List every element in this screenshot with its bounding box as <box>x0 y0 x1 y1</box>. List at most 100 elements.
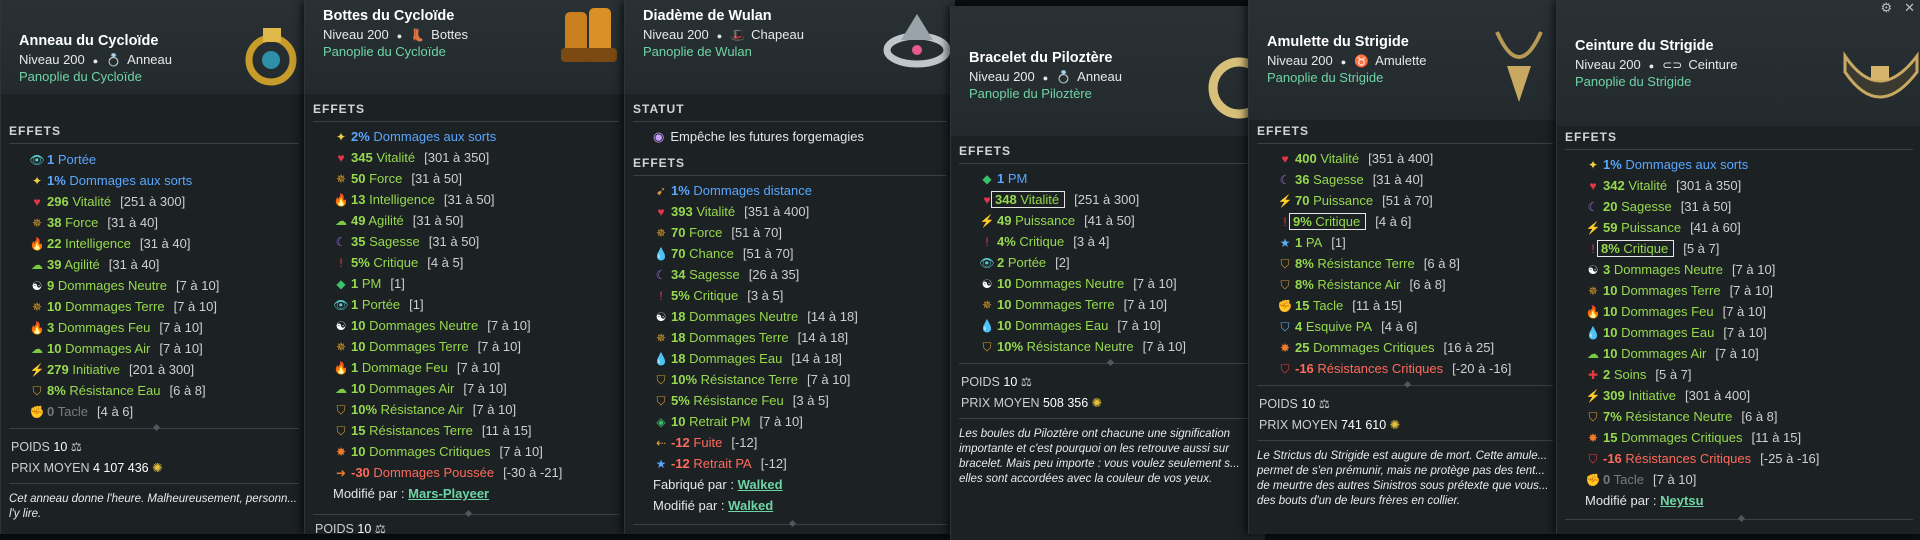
crafter-link[interactable]: Walked <box>738 477 783 492</box>
effect-range: [7 à 10] <box>759 414 803 429</box>
effect-name: Dommages Critiques <box>1621 430 1743 445</box>
effect-name: Agilité <box>368 213 404 228</box>
effect-range: [351 à 400] <box>1368 151 1434 166</box>
close-icon[interactable]: ✕ <box>1904 0 1915 15</box>
effect-value: 10 <box>997 318 1012 333</box>
effects-list: ◆ 1 PM ♥ 348 Vitalité [251 à 300] ⚡ 49 Puissan… <box>951 168 1265 357</box>
effects-list: ✦ 1% Dommages aux sorts ♥ 342 Vitalité [301 … <box>1557 154 1920 490</box>
effect-range: [7 à 10] <box>806 372 851 387</box>
cloud-icon: ☁ <box>335 214 347 228</box>
modifier-link[interactable]: Walked <box>728 498 773 513</box>
effect-value: 279 <box>47 362 69 377</box>
effect-value: 22 <box>47 236 62 251</box>
effect-value: 15 <box>351 423 366 438</box>
effect-name: Résistance Neutre <box>1625 409 1733 424</box>
fire-icon: 🔥 <box>29 321 45 335</box>
effects-list: 👁 1 Portée ✦ 1% Dommages aux sorts ♥ 296 Vita… <box>1 149 307 422</box>
effect-text: 1 Portée <box>47 152 96 167</box>
effect-range: [31 à 50] <box>412 213 464 228</box>
effect-name: Intelligence <box>65 236 131 251</box>
gear-icon[interactable]: ⚙ <box>1880 0 1892 15</box>
critres-icon: ⛉ <box>1588 452 1598 466</box>
effect-value: 35 <box>351 234 366 249</box>
weight-row: POIDS 10 ⚖ <box>315 522 386 534</box>
effect-row: ☯ 10 Dommages Neutre [7 à 10] <box>333 315 627 336</box>
effect-value: 70 <box>671 225 686 240</box>
effect-name: Agilité <box>64 257 100 272</box>
effect-text: 10 Dommages Terre <box>1603 283 1721 298</box>
flee-icon: ⇠ <box>655 436 667 450</box>
force-icon: ✵ <box>655 226 667 240</box>
effects-header: EFFETS <box>1565 130 1618 144</box>
divider <box>633 175 947 176</box>
effect-name: Dommages Terre <box>689 330 789 345</box>
effect-name: Résistance Eau <box>69 383 161 398</box>
divider <box>9 483 299 484</box>
effect-value: 2% <box>351 129 370 144</box>
amulet-item-image <box>1495 31 1543 102</box>
effect-row: ✵ 38 Force [31 à 40] <box>29 212 307 233</box>
yinyang-icon: ☯ <box>981 277 993 291</box>
effect-name: Portée <box>57 152 97 167</box>
heart-icon: ♥ <box>1589 179 1597 193</box>
effect-value: 5% <box>351 255 370 270</box>
effect-row: ⛉ 10% Résistance Terre [7 à 10] <box>653 369 955 390</box>
effect-range: [251 à 300] <box>120 194 186 209</box>
effect-value: 296 <box>47 194 69 209</box>
effect-row: ☯ 18 Dommages Neutre [14 à 18] <box>653 306 955 327</box>
boots-icon: 👢 <box>410 28 426 42</box>
effect-range: [301 à 350] <box>1676 178 1742 193</box>
effect-value: 13 <box>351 192 366 207</box>
effect-range: [14 à 18] <box>791 351 842 366</box>
effect-range: [1] <box>1331 235 1346 250</box>
effect-value: 5% <box>671 288 690 303</box>
effect-row: 👁 1 Portée [1] <box>333 294 627 315</box>
effect-row: ⛉ 10% Résistance Air [7 à 10] <box>333 399 627 420</box>
tackle-icon: ✊ <box>1585 473 1601 487</box>
distance-icon: ➹ <box>655 184 667 198</box>
effect-value: 1 <box>351 297 359 312</box>
modified-by: Modifié par : Neytsu <box>1585 493 1704 508</box>
effect-text: 1 Portée <box>351 297 400 312</box>
fire-icon: 🔥 <box>333 193 349 207</box>
item-card-bracelet-piloztere: Bracelet du Piloztère Niveau 200 ● 💍 Anneau… <box>950 6 1265 540</box>
effect-range: [7 à 10] <box>159 320 203 335</box>
critdmg-icon: ✸ <box>335 445 347 459</box>
effect-value: 10 <box>1603 283 1618 298</box>
effect-range: [51 à 70] <box>1382 193 1433 208</box>
effect-name: Initiative <box>1628 388 1677 403</box>
modified-by: Modifié par : Walked <box>653 498 774 513</box>
initiative-icon: ⚡ <box>1585 389 1601 403</box>
effect-row: ⛉ 8% Résistance Eau [6 à 8] <box>29 380 307 401</box>
effect-text: 5% Critique <box>671 288 738 303</box>
item-description: Le Strictus du Strigide est augure de mo… <box>1257 450 1549 507</box>
effect-text: 10 Dommages Terre <box>351 339 469 354</box>
modifier-link[interactable]: Neytsu <box>1660 493 1703 508</box>
effect-value: 345 <box>351 150 373 165</box>
critdmg-icon: ✸ <box>1279 341 1291 355</box>
effect-value: 18 <box>671 351 686 366</box>
effect-row: ✦ 2% Dommages aux sorts <box>333 126 627 147</box>
effect-row: ⚡ 279 Initiative [201 à 300] <box>29 359 307 380</box>
effect-range: [7 à 10] <box>487 318 531 333</box>
effect-value: 10% <box>671 372 698 387</box>
effect-range: [11 à 15] <box>1751 430 1802 445</box>
effect-text: 1% Dommages aux sorts <box>47 173 192 188</box>
ring-icon: 💍 <box>106 53 122 67</box>
shield-icon: ⛉ <box>656 394 666 408</box>
effect-range: [7 à 10] <box>477 339 521 354</box>
effect-row: ⚡ 59 Puissance [41 à 60] <box>1585 217 1920 238</box>
effect-range: [7 à 10] <box>456 360 501 375</box>
effect-row: ! 5% Critique [4 à 5] <box>333 252 627 273</box>
effect-row: ☁ 10 Dommages Air [7 à 10] <box>333 378 627 399</box>
effect-range: [-25 à -16] <box>1760 451 1820 466</box>
crafter-link[interactable]: Mars-Playeer <box>408 486 489 501</box>
effect-value: 25 <box>1295 340 1310 355</box>
divider <box>313 509 619 518</box>
effect-row: 🔥 3 Dommages Feu [7 à 10] <box>29 317 307 338</box>
effect-name: Fuite <box>693 435 723 450</box>
kama-icon: ✺ <box>1389 418 1401 432</box>
effect-name: Dommages Terre <box>369 339 469 354</box>
effect-value: 10 <box>1603 325 1618 340</box>
star-icon: ✦ <box>31 174 43 188</box>
